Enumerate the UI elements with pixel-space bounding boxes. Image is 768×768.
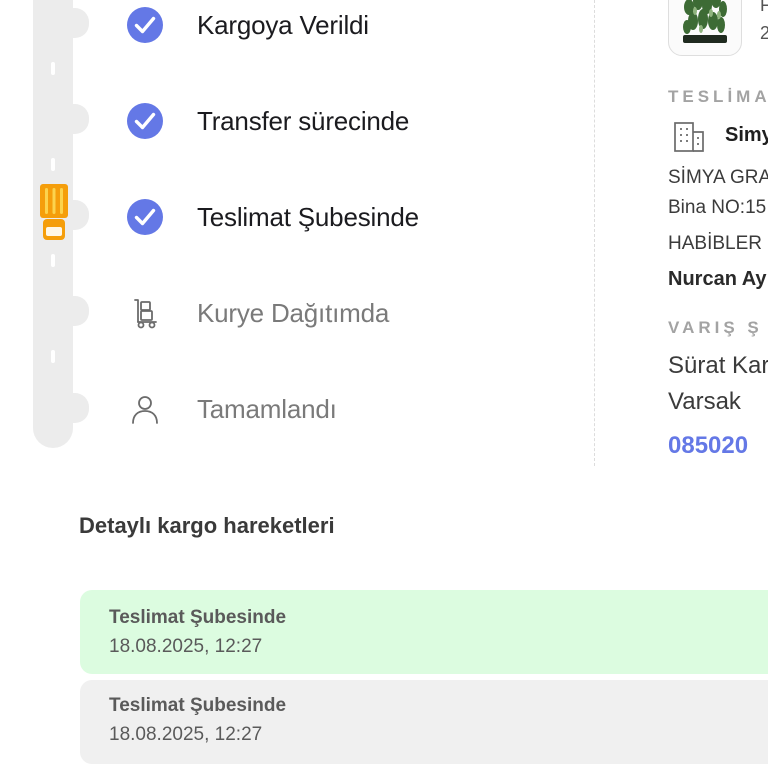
arrival-branch-section-title: VARIŞ Ş: [668, 318, 763, 337]
tracking-step: Teslimat Şubesinde: [126, 197, 419, 237]
recipient-name: Simy: [725, 124, 768, 146]
product-info-line: 2: [760, 23, 768, 43]
movement-status: Teslimat Şubesinde: [109, 695, 287, 716]
tracking-step: Kargoya Verildi: [126, 5, 369, 45]
plant-icon: [683, 0, 727, 43]
person-icon: [126, 390, 164, 428]
movement-status: Teslimat Şubesinde: [109, 607, 287, 628]
branch-phone-link[interactable]: 085020: [668, 432, 748, 460]
tracking-step: Tamamlandı: [126, 389, 337, 429]
branch-name-line-1: Sürat Kar: [668, 352, 768, 379]
building-icon: [674, 122, 704, 152]
address-line-1: SİMYA GRA: [668, 167, 768, 188]
movement-datetime: 18.08.2025, 12:27: [109, 636, 263, 657]
product-thumbnail[interactable]: [668, 0, 742, 56]
tracking-step-label: Kurye Dağıtımda: [197, 297, 390, 328]
product-info-line: F: [760, 0, 768, 15]
movement-datetime: 18.08.2025, 12:27: [109, 724, 263, 745]
truck-icon: [40, 184, 68, 240]
check-circle-icon: [126, 6, 164, 44]
tracking-step: Transfer sürecinde: [126, 101, 409, 141]
courier-dolly-icon: [126, 294, 164, 332]
tracking-step-label: Teslimat Şubesinde: [197, 201, 419, 232]
delivery-section-title: TESLİMA: [668, 87, 768, 106]
movement-item: Teslimat Şubesinde 18.08.2025, 12:27: [80, 590, 768, 674]
address-line-2: Bina NO:15: [668, 197, 767, 218]
movement-item: Teslimat Şubesinde 18.08.2025, 12:27: [80, 680, 768, 764]
tracking-step: Kurye Dağıtımda: [126, 293, 389, 333]
movements-title: Detaylı kargo hareketleri: [79, 513, 335, 538]
check-circle-icon: [126, 198, 164, 236]
district: HABİBLER: [668, 233, 762, 254]
tracking-step-label: Kargoya Verildi: [197, 9, 369, 40]
branch-name-line-2: Varsak: [668, 388, 741, 415]
check-circle-icon: [126, 102, 164, 140]
tracking-step-label: Transfer sürecinde: [197, 105, 410, 136]
column-divider: [594, 0, 595, 466]
tracking-step-label: Tamamlandı: [197, 393, 337, 424]
product-info: F 2: [760, 0, 768, 52]
contact-name: Nurcan Ay: [668, 268, 767, 290]
